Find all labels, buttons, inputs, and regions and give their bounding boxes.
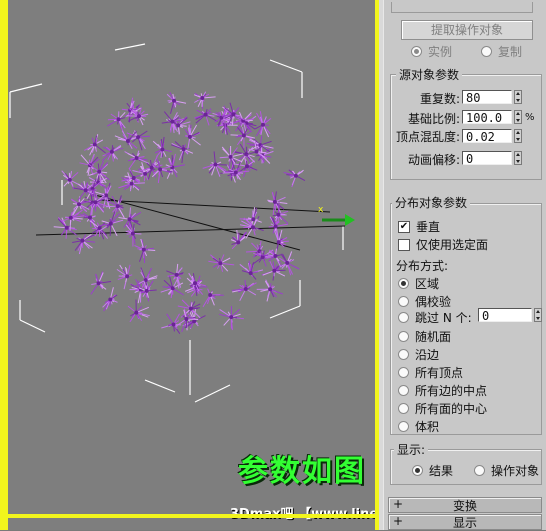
- radio-icon[interactable]: [398, 367, 409, 378]
- radio-icon[interactable]: [398, 331, 409, 342]
- display-label: 操作对象: [491, 462, 539, 479]
- method-label: 偶校验: [415, 293, 451, 310]
- gizmo-arrow: x: [318, 205, 355, 226]
- radio-icon[interactable]: [411, 46, 422, 57]
- radio-icon[interactable]: [481, 46, 492, 57]
- skip-n-input[interactable]: 0: [478, 308, 532, 322]
- method-label: 体积: [415, 418, 439, 435]
- radio-icon[interactable]: [398, 403, 409, 414]
- radio-icon[interactable]: [398, 349, 409, 360]
- panel-top-frame: [391, 2, 533, 13]
- percent-unit: %: [525, 112, 535, 123]
- rollout-transform[interactable]: + 变换: [388, 497, 542, 513]
- check-perpendicular[interactable]: ✔ 垂直: [398, 218, 440, 235]
- vertex-chaos-input[interactable]: 0.02: [462, 129, 512, 143]
- base-scale-spinner[interactable]: [514, 110, 522, 124]
- pick-mode-instance[interactable]: 实例: [411, 43, 452, 60]
- method-label: 所有顶点: [415, 364, 463, 381]
- viewport-active-border-left: [0, 0, 8, 530]
- bounding-box-brackets: [10, 44, 343, 402]
- method-volume[interactable]: 体积: [398, 418, 439, 435]
- base-scale-label: 基础比例:: [390, 110, 460, 127]
- method-label: 区域: [415, 275, 439, 292]
- method-label: 沿边: [415, 346, 439, 363]
- checkbox-icon[interactable]: ✔: [398, 221, 410, 233]
- radio-icon[interactable]: [398, 278, 409, 289]
- radio-icon[interactable]: [398, 312, 409, 323]
- source-params-title: 源对象参数: [396, 66, 462, 83]
- panel-scrollbar[interactable]: [379, 0, 383, 530]
- radio-icon[interactable]: [398, 296, 409, 307]
- vertex-chaos-label: 顶点混乱度:: [390, 128, 460, 145]
- method-random-faces[interactable]: 随机面: [398, 328, 451, 345]
- repeat-spinner[interactable]: [514, 90, 522, 104]
- anim-offset-input[interactable]: 0: [462, 151, 512, 165]
- particle-sphere: [54, 92, 305, 334]
- check-label: 仅使用选定面: [416, 236, 488, 253]
- method-label: 随机面: [415, 328, 451, 345]
- checkbox-icon[interactable]: [398, 239, 410, 251]
- radio-icon[interactable]: [398, 421, 409, 432]
- base-scale-input[interactable]: 100.0: [462, 110, 512, 124]
- method-label: 所有边的中点: [415, 382, 487, 399]
- display-operands[interactable]: 操作对象: [474, 462, 539, 479]
- check-label: 垂直: [416, 218, 440, 235]
- method-skip-n[interactable]: 跳过 N 个:: [398, 309, 472, 326]
- viewport[interactable]: x 参数如图 . . . 3Dmax吧 【www.lineco.com/tieb…: [0, 0, 383, 530]
- anim-offset-spinner[interactable]: [514, 151, 522, 165]
- check-selected-faces[interactable]: 仅使用选定面: [398, 236, 488, 253]
- method-edge-midpoints[interactable]: 所有边的中点: [398, 382, 487, 399]
- anim-offset-label: 动画偏移:: [390, 151, 460, 168]
- repeat-input[interactable]: 80: [462, 90, 512, 104]
- rollout-display[interactable]: + 显示: [388, 514, 542, 530]
- display-title: 显示:: [394, 441, 428, 458]
- skip-n-spinner[interactable]: [534, 308, 542, 322]
- radio-label: 实例: [428, 43, 452, 60]
- display-result[interactable]: 结果: [412, 462, 453, 479]
- distrib-params-title: 分布对象参数: [392, 194, 470, 211]
- method-even[interactable]: 偶校验: [398, 293, 451, 310]
- method-label: 跳过 N 个:: [415, 309, 472, 326]
- axis-label: x: [318, 205, 324, 215]
- radio-icon[interactable]: [474, 465, 485, 476]
- vertex-chaos-spinner[interactable]: [514, 129, 522, 143]
- rollout-label: 显示: [389, 514, 541, 531]
- repeat-label: 重复数:: [396, 90, 460, 107]
- pick-mode-copy[interactable]: 复制: [481, 43, 522, 60]
- method-face-centers[interactable]: 所有面的中心: [398, 400, 487, 417]
- method-along-edges[interactable]: 沿边: [398, 346, 439, 363]
- viewport-active-border-bottom: [0, 514, 383, 518]
- radio-icon[interactable]: [398, 385, 409, 396]
- rollout-label: 变换: [389, 497, 541, 514]
- method-all-vertices[interactable]: 所有顶点: [398, 364, 463, 381]
- radio-icon[interactable]: [412, 465, 423, 476]
- display-label: 结果: [429, 462, 453, 479]
- method-area[interactable]: 区域: [398, 275, 439, 292]
- distrib-method-label: 分布方式:: [396, 257, 448, 274]
- radio-label: 复制: [498, 43, 522, 60]
- pick-operand-button[interactable]: 提取操作对象: [401, 20, 533, 40]
- method-label: 所有面的中心: [415, 400, 487, 417]
